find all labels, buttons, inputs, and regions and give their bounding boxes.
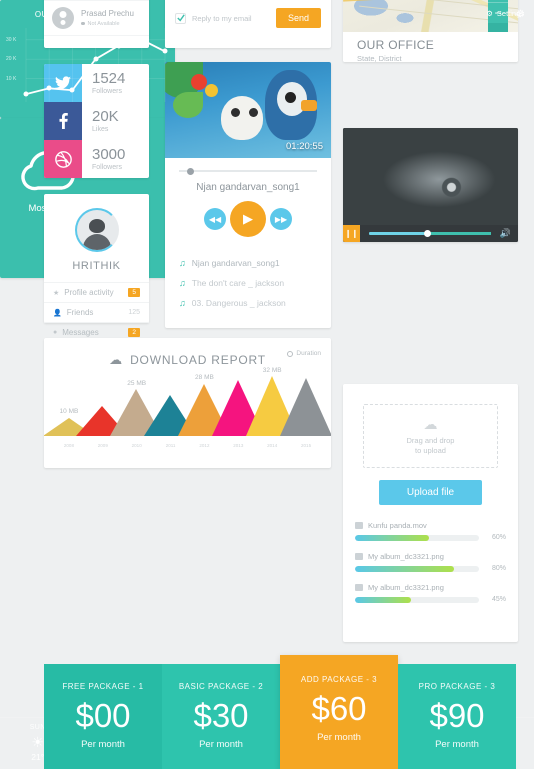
- progress-percent: 45%: [491, 596, 506, 603]
- dropzone[interactable]: ☁ Drag and drop to upload: [363, 404, 498, 468]
- image-file-icon: [355, 553, 363, 560]
- data-point: [162, 48, 168, 54]
- x-axis-tick: 2011: [165, 443, 176, 448]
- data-point: [23, 91, 29, 97]
- data-point: [93, 56, 98, 62]
- line-chart-plot: [23, 28, 524, 749]
- bar-value-label: 25 MB: [127, 379, 147, 387]
- dropzone-text: Drag and drop to upload: [407, 436, 455, 456]
- x-axis-tick: 2008: [63, 443, 74, 448]
- status-badge: Not Available: [81, 21, 134, 27]
- x-axis-tick: 2012: [199, 443, 210, 448]
- file-upload-card: ☁ Drag and drop to upload Upload file Ku…: [343, 384, 518, 642]
- bar-value-label: 32 MB: [262, 366, 282, 374]
- plan-name: PRO PACKAGE - 3: [418, 682, 496, 691]
- reply-to-my-email-checkbox[interactable]: [175, 12, 186, 24]
- plan-price: $90: [429, 697, 485, 734]
- x-axis-tick: 2015: [301, 443, 312, 448]
- video-file-icon: [355, 522, 363, 529]
- upload-progress: 60%: [355, 534, 506, 541]
- pricing-plan-basic[interactable]: BASIC PACKAGE - 2 $30 Per month: [162, 664, 280, 769]
- x-axis-tick: 2014: [267, 443, 278, 448]
- download-report-card: ☁ DOWNLOAD REPORT Duration 10 MB 2008 2009…: [44, 338, 331, 468]
- y-axis-tick: 30 K: [6, 36, 17, 43]
- duration-toggle[interactable]: Duration: [287, 350, 321, 357]
- plan-price: $30: [193, 697, 249, 734]
- status-label: Not Available: [87, 20, 120, 27]
- pricing-plan-pro[interactable]: PRO PACKAGE - 3 $90 Per month: [398, 664, 516, 769]
- pricing-plan-free[interactable]: FREE PACKAGE - 1 $00 Per month: [44, 664, 162, 769]
- progress-bar: [355, 596, 479, 603]
- upload-progress: 80%: [355, 565, 506, 572]
- upload-file-name: My album_dc3321.png: [355, 583, 506, 592]
- plan-price: $60: [311, 690, 367, 727]
- send-button[interactable]: Send: [275, 8, 321, 28]
- progress-bar: [355, 565, 479, 572]
- progress-percent: 80%: [491, 565, 506, 572]
- upload-progress: 45%: [355, 596, 506, 603]
- plan-period: Per month: [81, 739, 125, 750]
- x-axis-tick: 2010: [131, 443, 142, 448]
- plan-name: BASIC PACKAGE - 2: [178, 682, 264, 691]
- x-axis-tick: 2009: [97, 443, 108, 448]
- upload-file-name: My album_dc3321.png: [355, 552, 506, 561]
- progress-bar: [355, 534, 479, 541]
- data-point: [116, 43, 122, 49]
- upload-row: My album_dc3321.png 80%: [355, 552, 506, 572]
- upload-row: Kunfu panda.mov 60%: [355, 521, 506, 541]
- upload-row: My album_dc3321.png 45%: [355, 583, 506, 603]
- chart-title: DOWNLOAD REPORT: [130, 353, 266, 367]
- contact-name: Prasad Prechu: [81, 9, 134, 19]
- x-axis-tick: 2013: [233, 443, 244, 448]
- plan-period: Per month: [317, 732, 361, 743]
- plan-period: Per month: [199, 739, 243, 750]
- reply-footer: Reply to my email Send: [175, 8, 321, 28]
- ui-kit-page: Steve Jobs Busy Prasad Prechu Not Availa…: [0, 0, 534, 769]
- upload-progress-list: Kunfu panda.mov 60% My album_dc3321.png 80%…: [355, 521, 506, 603]
- status-dot-icon: [81, 21, 85, 26]
- dropzone-line1: Drag and drop: [406, 435, 455, 445]
- y-axis-tick: 10 K: [6, 75, 17, 82]
- triangle-chart: 10 MB 2008 2009 25 MB 2010 2011 28 MB 2012 2013 3…: [44, 366, 331, 452]
- upload-file-name: Kunfu panda.mov: [355, 521, 506, 530]
- cloud-download-icon: ☁: [109, 352, 123, 367]
- plan-price: $00: [75, 697, 131, 734]
- data-point: [46, 85, 52, 91]
- y-axis-tick: 20 K: [6, 56, 17, 63]
- avatar: [52, 7, 74, 29]
- plan-period: Per month: [435, 739, 479, 750]
- reply-checkbox-label: Reply to my email: [192, 13, 252, 23]
- upload-file-button[interactable]: Upload file: [378, 480, 483, 505]
- progress-percent: 60%: [491, 534, 506, 541]
- data-point: [139, 37, 145, 43]
- image-file-icon: [355, 584, 363, 591]
- dropzone-line2: to upload: [415, 446, 446, 455]
- list-item[interactable]: Prasad Prechu Not Available: [44, 1, 149, 36]
- pricing-plan-add[interactable]: ADD PACKAGE - 3 $60 Per month: [280, 655, 398, 769]
- plan-name: ADD PACKAGE - 3: [300, 675, 378, 684]
- plan-name: FREE PACKAGE - 1: [62, 682, 144, 691]
- chart-bar: [279, 378, 331, 436]
- radio-icon: [287, 350, 294, 357]
- check-icon: [176, 14, 185, 22]
- duration-label: Duration: [296, 350, 321, 357]
- data-point: [69, 87, 75, 93]
- cloud-upload-icon: ☁: [423, 415, 438, 432]
